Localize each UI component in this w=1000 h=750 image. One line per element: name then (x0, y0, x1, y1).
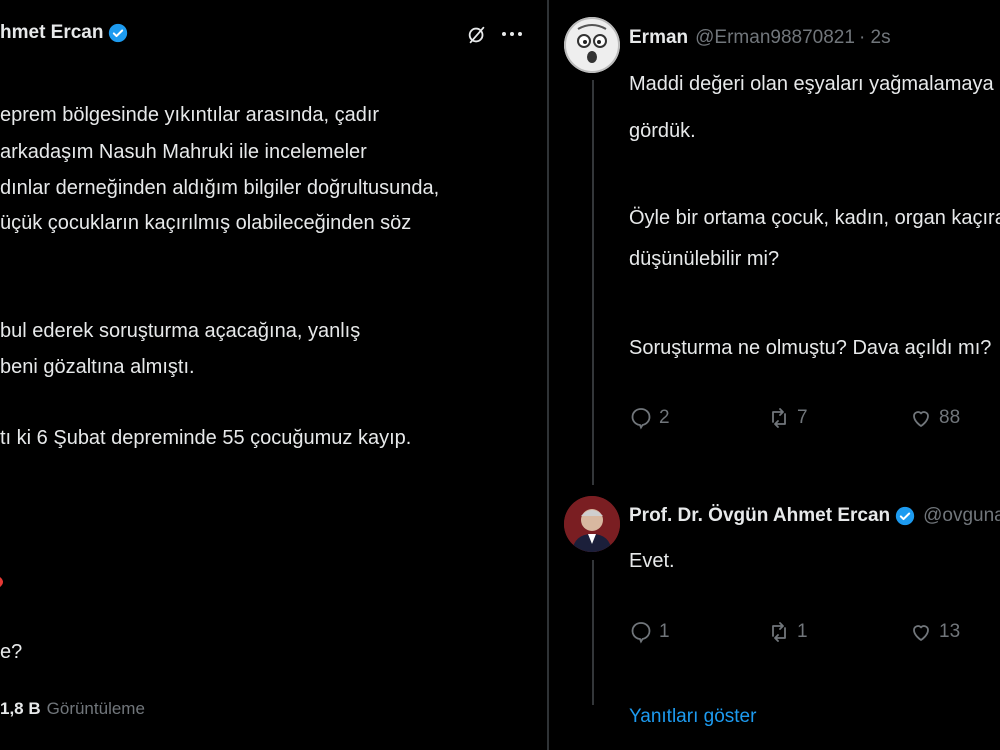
verified-badge-icon (108, 23, 128, 43)
tweet-text-line: e? (0, 641, 23, 663)
reply-count: 1 (659, 621, 670, 642)
grok-icon[interactable] (466, 24, 488, 46)
retweet-button[interactable]: 1 (767, 620, 808, 644)
retweet-button[interactable]: 7 (767, 406, 808, 430)
reply-author-handle[interactable]: @ovgunaerc (923, 505, 1000, 527)
like-button[interactable]: 13 (909, 620, 960, 644)
thread-line (592, 560, 594, 705)
like-count: 13 (939, 621, 961, 642)
reply-count: 2 (659, 407, 670, 428)
verified-badge-icon (895, 506, 915, 526)
replies-panel: Erman @Erman98870821 · 2s Maddi değeri o… (549, 0, 1000, 750)
like-button[interactable]: 88 (909, 406, 960, 430)
like-icon (913, 625, 929, 641)
reply-time[interactable]: · 2s (859, 27, 891, 49)
reply-author-name[interactable]: Prof. Dr. Övgün Ahmet Ercan (629, 505, 890, 527)
like-icon (913, 411, 929, 427)
author-row[interactable]: hmet Ercan (0, 22, 128, 44)
reply-text-line: Maddi değeri olan eşyaları yağmalamaya n… (629, 73, 1000, 95)
reply-author-name[interactable]: Erman (629, 27, 688, 49)
reply-author-row[interactable]: Prof. Dr. Övgün Ahmet Ercan @ovgunaerc (629, 505, 1000, 527)
retweet-count: 7 (797, 407, 808, 428)
tweet-text-line: arkadaşım Nasuh Mahruki ile incelemeler (0, 141, 367, 163)
reply-author-row[interactable]: Erman @Erman98870821 · 2s (629, 27, 891, 49)
reply-text-line: Öyle bir ortama çocuk, kadın, organ kaçı… (629, 207, 1000, 229)
retweet-icon (772, 622, 786, 642)
views-label: Görüntüleme (46, 699, 145, 718)
reply-text-line: Evet. (629, 550, 675, 572)
emoji-fragment (0, 574, 6, 587)
reply-button[interactable]: 1 (629, 620, 670, 644)
author-name[interactable]: hmet Ercan (0, 22, 103, 44)
avatar[interactable] (564, 17, 620, 73)
tweet-text-line: tı ki 6 Şubat depreminde 55 çocuğumuz ka… (0, 427, 412, 449)
retweet-icon (772, 408, 786, 428)
reply-text-line: Soruşturma ne olmuştu? Dava açıldı mı? (629, 337, 992, 359)
retweet-count: 1 (797, 621, 808, 642)
views-count: 1,8 B (0, 699, 41, 718)
reply-text-line: gördük. (629, 120, 696, 142)
reply-icon (631, 408, 651, 430)
tweet-text-line: bul ederek soruşturma açacağına, yanlış (0, 320, 361, 342)
tweet-text-line: üçük çocukların kaçırılmış olabileceğind… (0, 212, 412, 234)
like-count: 88 (939, 407, 961, 428)
tweet-text-line: beni gözaltına almıştı. (0, 356, 195, 378)
reply-text-line: düşünülebilir mi? (629, 248, 780, 270)
reply-icon (631, 622, 651, 644)
reply-button[interactable]: 2 (629, 406, 670, 430)
tweet-text-line: eprem bölgesinde yıkıntılar arasında, ça… (0, 104, 380, 126)
views-row[interactable]: 1,8 B Görüntüleme (0, 699, 145, 719)
show-replies-link[interactable]: Yanıtları göster (629, 706, 756, 728)
reply-author-handle[interactable]: @Erman98870821 (695, 27, 855, 49)
thread-line (592, 80, 594, 485)
avatar[interactable] (564, 496, 620, 552)
more-icon[interactable] (500, 30, 524, 38)
tweet-text-line: dınlar derneğinden aldığım bilgiler doğr… (0, 177, 440, 199)
main-tweet-panel: hmet Ercan eprem bölgesinde yıkıntılar a… (0, 0, 547, 750)
